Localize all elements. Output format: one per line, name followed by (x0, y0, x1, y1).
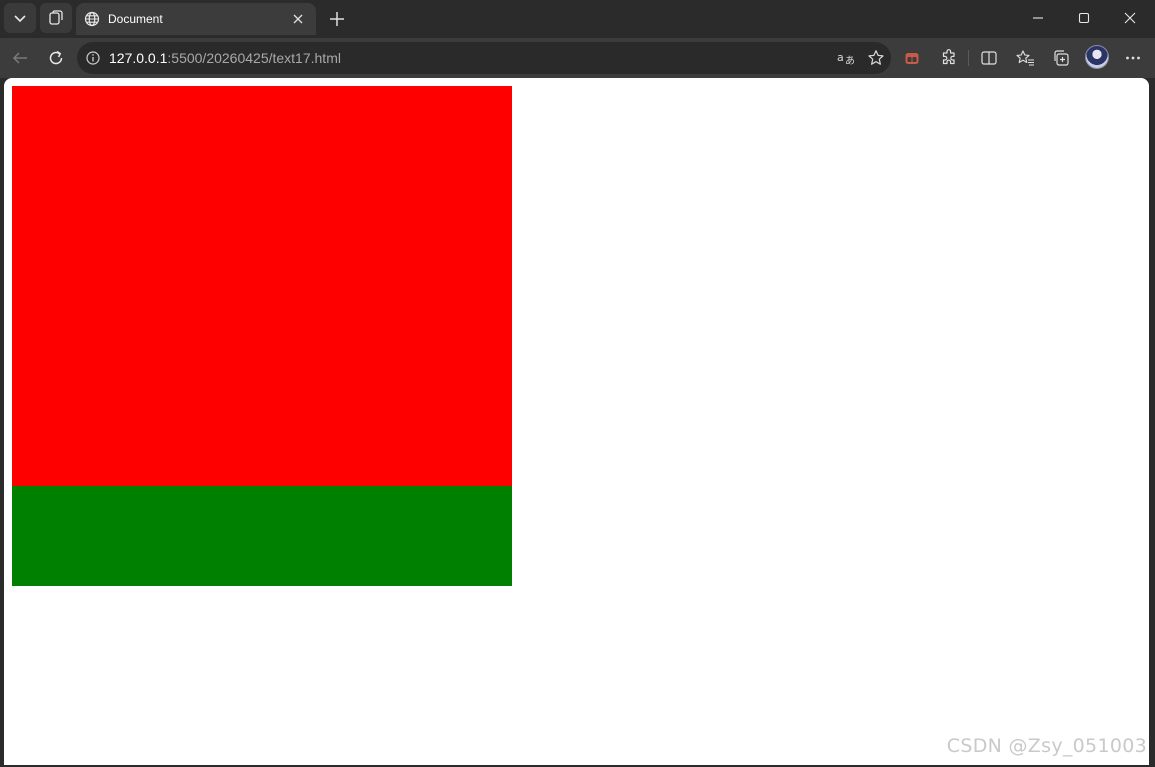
new-tab-button[interactable] (322, 4, 352, 34)
tab-title: Document (108, 12, 163, 26)
url-text: 127.0.0.1:5500/20260425/text17.html (109, 50, 341, 66)
close-icon (293, 14, 303, 24)
maximize-icon (1078, 12, 1090, 24)
minimize-button[interactable] (1015, 0, 1061, 36)
collections-icon[interactable] (1047, 44, 1075, 72)
extension-icon[interactable] (898, 44, 926, 72)
more-icon[interactable] (1119, 44, 1147, 72)
split-screen-icon[interactable] (975, 44, 1003, 72)
svg-text:あ: あ (845, 55, 855, 67)
green-box (12, 486, 512, 586)
toolbar-divider (968, 50, 969, 66)
plus-icon (329, 11, 345, 27)
info-icon[interactable] (83, 48, 103, 68)
chevron-down-icon (13, 11, 27, 25)
toolbar: 127.0.0.1:5500/20260425/text17.html aあ (0, 38, 1155, 78)
workspaces-button[interactable] (40, 3, 72, 33)
refresh-icon (47, 49, 65, 67)
page-viewport: CSDN @Zsy_051003 (4, 78, 1149, 765)
svg-text:a: a (837, 51, 844, 64)
close-window-button[interactable] (1107, 0, 1153, 36)
tab-close-button[interactable] (286, 7, 310, 31)
tab-actions-button[interactable] (4, 3, 36, 33)
refresh-button[interactable] (40, 42, 72, 74)
back-arrow-icon (11, 49, 29, 67)
red-box (12, 86, 512, 486)
tab-bar: Document (0, 0, 1155, 38)
puzzle-icon[interactable] (935, 44, 963, 72)
star-icon[interactable] (864, 46, 888, 70)
back-button[interactable] (4, 42, 36, 74)
favorites-icon[interactable] (1011, 44, 1039, 72)
avatar[interactable] (1085, 45, 1109, 69)
url-host: 127.0.0.1 (109, 50, 168, 66)
globe-icon (84, 11, 100, 27)
maximize-button[interactable] (1061, 0, 1107, 36)
workspaces-icon (48, 10, 64, 26)
watermark: CSDN @Zsy_051003 (946, 735, 1147, 757)
browser-window: Document 127.0.0.1:5500/20260425/text17.… (0, 0, 1155, 767)
close-icon (1124, 12, 1136, 24)
minimize-icon (1032, 12, 1044, 24)
address-bar[interactable]: 127.0.0.1:5500/20260425/text17.html aあ (77, 42, 891, 74)
translate-icon[interactable]: aあ (835, 46, 859, 70)
url-path: :5500/20260425/text17.html (167, 50, 341, 66)
tab-document[interactable]: Document (76, 3, 316, 35)
